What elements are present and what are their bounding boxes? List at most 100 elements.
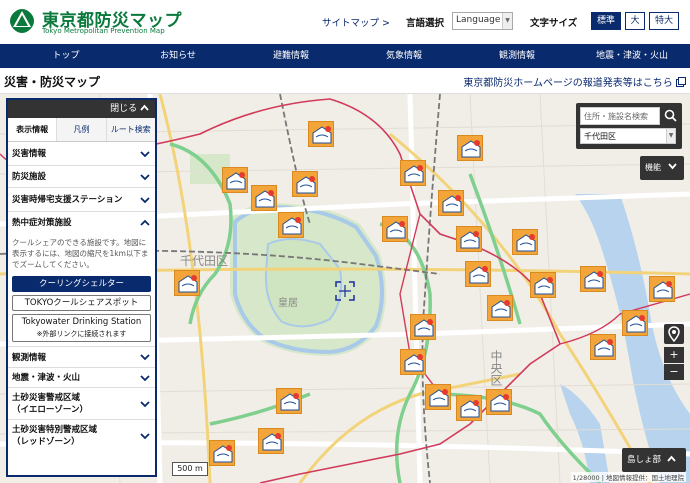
scale-bar: 500 m — [172, 462, 208, 476]
section-label: 災害情報 — [12, 149, 47, 159]
tab-display-info[interactable]: 表示情報 — [8, 118, 58, 141]
tab-legend[interactable]: 凡例 — [57, 118, 107, 141]
fontsize-xlarge-button[interactable]: 特大 — [649, 12, 679, 30]
shelter-marker[interactable] — [400, 160, 426, 186]
nav-top[interactable]: トップ — [20, 44, 112, 68]
cooling-shelter-icon — [442, 195, 462, 213]
section-facilities[interactable]: 防災施設 — [8, 166, 155, 188]
cooling-shelter-icon — [178, 275, 198, 293]
shelter-marker[interactable] — [174, 270, 200, 296]
chevron-down-icon — [140, 173, 150, 180]
shelter-marker[interactable] — [278, 212, 304, 238]
ward-select[interactable]: 千代田区 ▼ — [580, 128, 676, 144]
function-menu-button[interactable]: 機能 — [640, 156, 684, 180]
page-title: 災害・防災マップ — [4, 75, 101, 89]
tokyowater-button[interactable]: Tokyowater Drinking Station ※外部リンクに接続されま… — [12, 314, 151, 342]
nav-news[interactable]: お知らせ — [132, 44, 224, 68]
global-nav: トップ お知らせ 避難情報 気象情報 観測情報 地震・津波・火山 — [0, 44, 690, 68]
shelter-marker[interactable] — [456, 395, 482, 421]
cooling-shelter-icon — [653, 281, 673, 299]
section-disaster-info[interactable]: 災害情報 — [8, 142, 155, 166]
shelter-marker[interactable] — [530, 272, 556, 298]
sitemap-link[interactable]: サイトマップ > — [322, 15, 390, 29]
language-select[interactable]: Language ▼ — [452, 12, 513, 30]
tab-route-search[interactable]: ルート検索 — [106, 118, 155, 141]
chevron-down-icon — [140, 354, 150, 361]
cooling-shelter-icon — [296, 176, 316, 194]
chevron-down-icon — [667, 163, 677, 170]
nav-weather[interactable]: 気象情報 — [358, 44, 450, 68]
fontsize-large-button[interactable]: 大 — [625, 12, 645, 30]
cooling-shelter-icon — [460, 231, 480, 249]
panel-close-label: 閉じる — [110, 104, 138, 114]
cooling-shelter-icon — [491, 300, 511, 318]
cooling-shelter-icon — [490, 394, 510, 412]
section-yellow-zone[interactable]: 土砂災害警戒区域 （イエローゾーン） — [8, 388, 155, 420]
shelter-marker[interactable] — [222, 167, 248, 193]
shelter-marker[interactable] — [438, 190, 464, 216]
section-observation[interactable]: 観測情報 — [8, 346, 155, 368]
shelter-marker[interactable] — [382, 216, 408, 242]
section-red-zone[interactable]: 土砂災害特別警戒区域 （レッドゾーン） — [8, 420, 155, 452]
coolshare-spot-button[interactable]: TOKYOクールシェアスポット — [12, 295, 151, 311]
shelter-marker[interactable] — [512, 229, 538, 255]
chevron-down-icon: ▼ — [666, 129, 675, 143]
cooling-shelter-icon — [584, 271, 604, 289]
map-center-crosshair-icon — [335, 281, 355, 301]
zoom-in-button[interactable]: + — [664, 347, 684, 363]
shelter-marker[interactable] — [292, 171, 318, 197]
chevron-down-icon — [140, 196, 150, 203]
function-label: 機能 — [645, 163, 661, 172]
islands-button[interactable]: 島しょ部 — [622, 448, 686, 472]
section-heatstroke[interactable]: 熱中症対策施設 — [8, 212, 155, 234]
location-pin-icon — [668, 326, 680, 343]
fontsize-standard-button[interactable]: 標準 — [591, 12, 621, 30]
cooling-shelter-icon — [404, 165, 424, 183]
cooling-shelter-button[interactable]: クーリングシェルター — [12, 276, 151, 292]
shelter-marker[interactable] — [400, 349, 426, 375]
shelter-marker[interactable] — [465, 261, 491, 287]
chevron-up-icon — [140, 104, 149, 111]
nav-earthquake[interactable]: 地震・津波・火山 — [582, 44, 682, 68]
site-header: 東京都防災マップ Tokyo Metropolitan Prevention M… — [0, 0, 690, 44]
shelter-marker[interactable] — [457, 135, 483, 161]
cooling-shelter-icon — [534, 277, 554, 295]
shelter-marker[interactable] — [649, 276, 675, 302]
search-icon[interactable] — [664, 109, 677, 122]
shelter-marker[interactable] — [487, 295, 513, 321]
shelter-marker[interactable] — [622, 310, 648, 336]
cooling-shelter-icon — [469, 266, 489, 284]
zoom-out-button[interactable]: − — [664, 364, 684, 380]
nav-observation[interactable]: 観測情報 — [471, 44, 563, 68]
shelter-marker[interactable] — [308, 121, 334, 147]
cooling-shelter-icon — [262, 433, 282, 451]
shelter-marker[interactable] — [410, 314, 436, 340]
current-location-button[interactable] — [664, 324, 684, 344]
shelter-marker[interactable] — [580, 266, 606, 292]
cooling-shelter-icon — [414, 319, 434, 337]
cooling-shelter-icon — [460, 400, 480, 418]
section-return-support[interactable]: 災害時帰宅支援ステーション — [8, 188, 155, 212]
address-search-input[interactable]: 住所・施設名検索 — [580, 107, 660, 125]
chevron-down-icon — [140, 150, 150, 157]
shelter-marker[interactable] — [456, 226, 482, 252]
cooling-shelter-icon — [226, 172, 246, 190]
nav-evacuation[interactable]: 避難情報 — [245, 44, 337, 68]
shelter-marker[interactable] — [590, 334, 616, 360]
panel-close-button[interactable]: 閉じる — [8, 100, 155, 118]
layer-panel: 閉じる 表示情報 凡例 ルート検索 災害情報 防災施設 災害時帰宅支援ステーショ… — [6, 98, 157, 477]
shelter-marker[interactable] — [425, 384, 451, 410]
tokyowater-note: ※外部リンクに接続されます — [36, 330, 127, 338]
islands-label: 島しょ部 — [627, 455, 662, 465]
shelter-marker[interactable] — [251, 185, 277, 211]
chevron-up-icon — [140, 219, 150, 226]
cooling-shelter-icon — [594, 339, 614, 357]
shelter-marker[interactable] — [486, 389, 512, 415]
section-label: 土砂災害特別警戒区域 — [12, 425, 98, 435]
tokyo-logo-icon[interactable] — [8, 7, 36, 35]
press-release-link[interactable]: 東京都防災ホームページの報道発表等はこちら — [463, 74, 686, 89]
shelter-marker[interactable] — [209, 440, 235, 466]
section-earthquake[interactable]: 地震・津波・火山 — [8, 368, 155, 388]
shelter-marker[interactable] — [276, 388, 302, 414]
shelter-marker[interactable] — [258, 428, 284, 454]
